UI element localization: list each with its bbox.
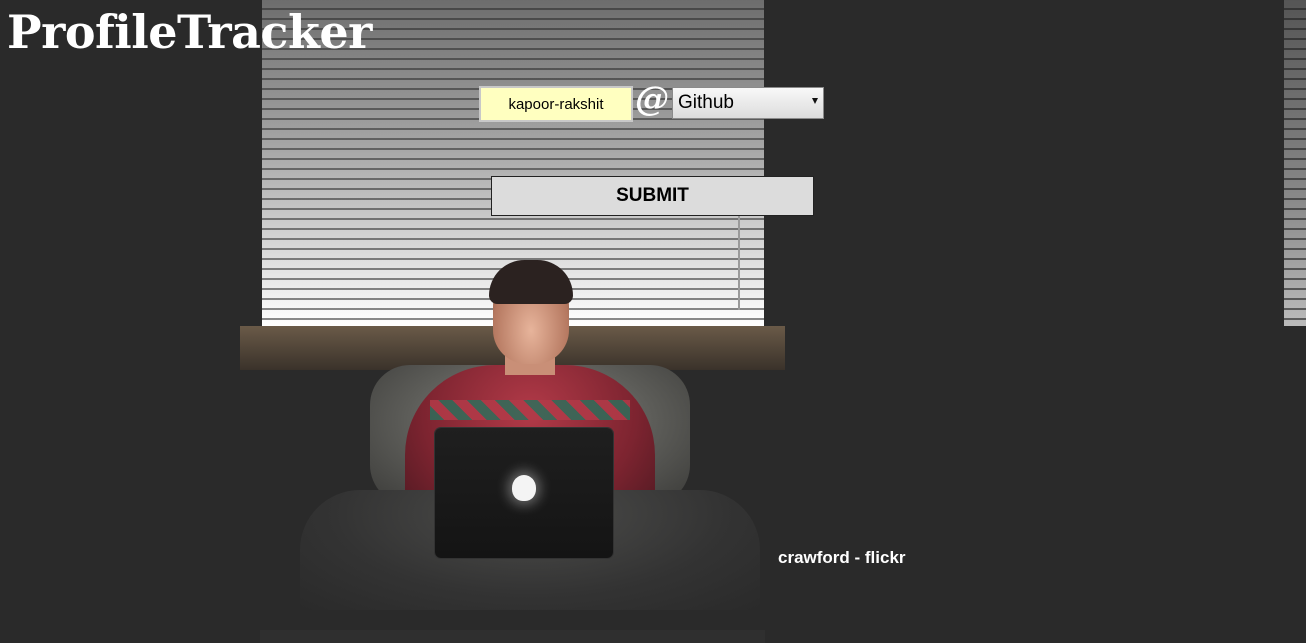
blind-cord [738, 215, 740, 310]
apple-logo-icon [512, 475, 536, 501]
site-select[interactable]: Github [672, 87, 824, 119]
site-select-value: Github [678, 92, 734, 113]
floor-strip [260, 630, 765, 643]
chevron-down-icon [812, 98, 818, 104]
page-title: ProfileTracker [7, 5, 372, 59]
photo-credit: crawford - flickr [778, 548, 906, 567]
at-separator: @ [635, 79, 669, 119]
app-root: ProfileTracker @ Github SUBMIT crawford … [0, 0, 1306, 643]
username-input[interactable] [479, 86, 633, 122]
window-blinds-edge [1284, 0, 1306, 326]
sweater-pattern [430, 400, 630, 420]
submit-button[interactable]: SUBMIT [491, 176, 814, 216]
